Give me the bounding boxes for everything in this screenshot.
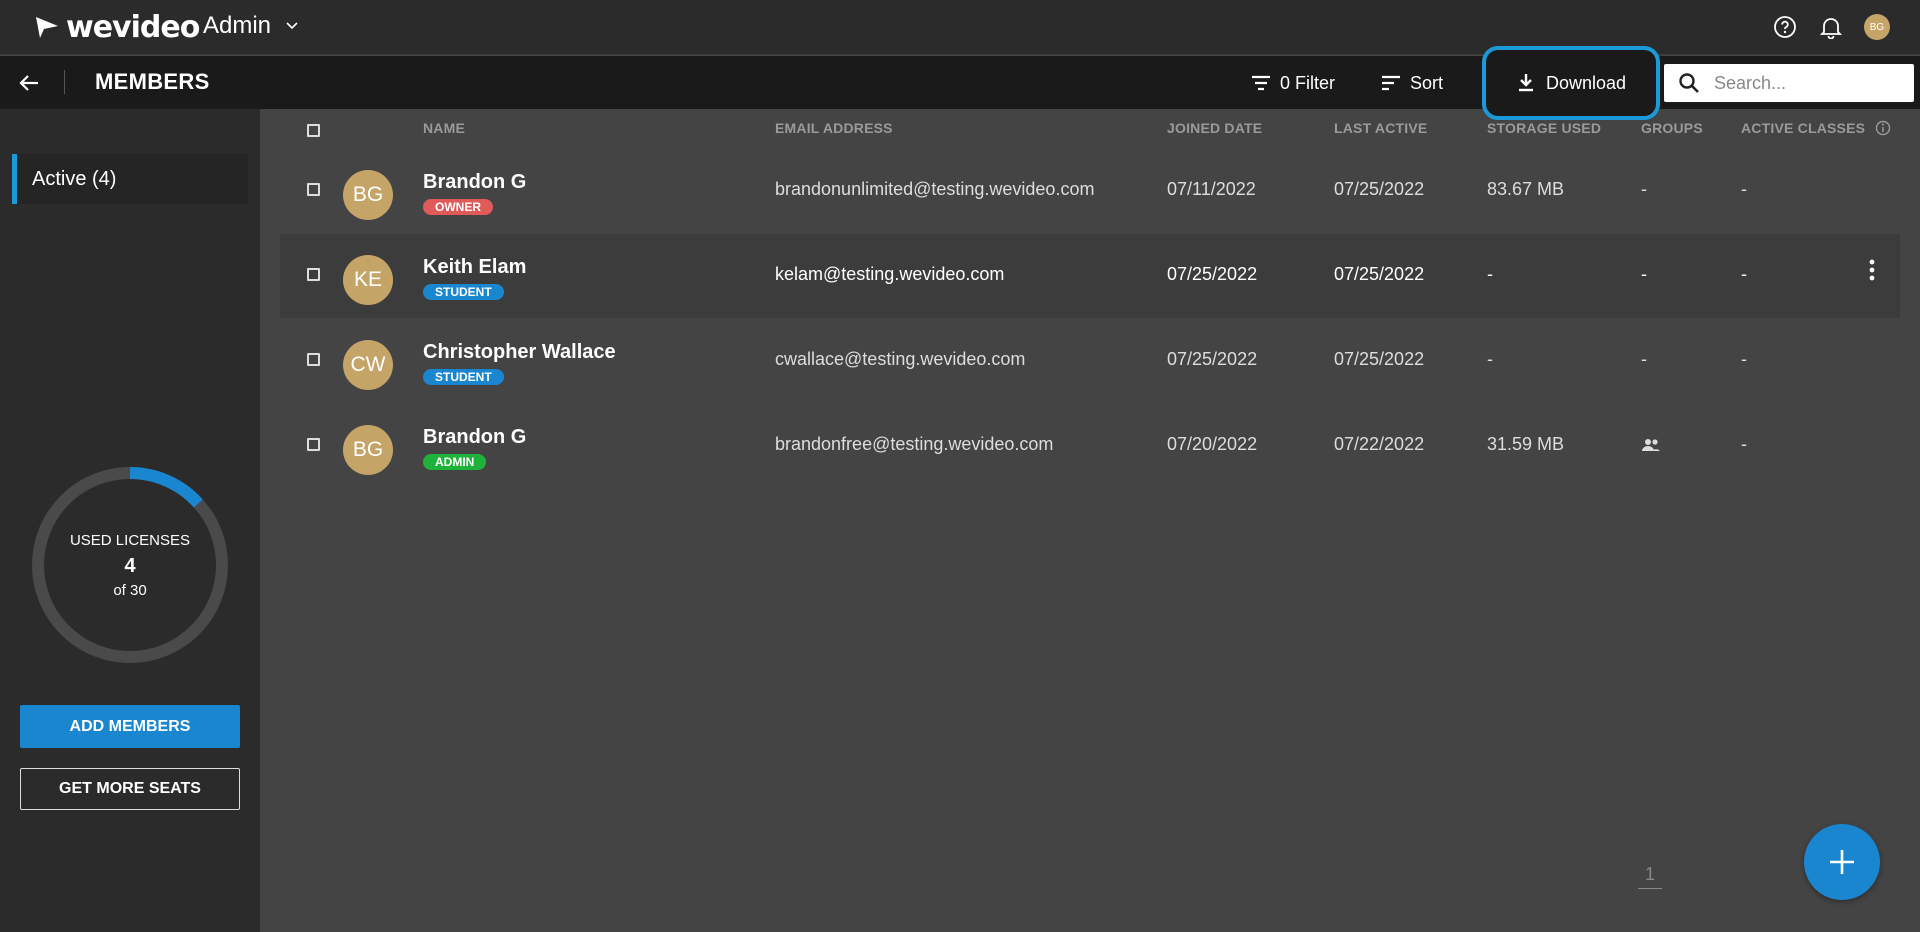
- download-button[interactable]: Download: [1482, 46, 1660, 120]
- filter-icon: [1252, 75, 1270, 91]
- search-icon: [1679, 73, 1699, 93]
- licenses-total: of 30: [113, 581, 147, 599]
- groups-value: -: [1641, 179, 1647, 199]
- column-header-joined-date[interactable]: JOINED DATE: [1167, 120, 1262, 136]
- joined-date: 07/25/2022: [1167, 349, 1258, 369]
- sort-icon: [1382, 75, 1400, 91]
- workspace-selector[interactable]: Admin: [203, 12, 299, 40]
- joined-date: 07/11/2022: [1167, 179, 1256, 199]
- table-row[interactable]: CW Christopher Wallace STUDENT cwallace@…: [280, 319, 1900, 403]
- table-row[interactable]: BG Brandon G ADMIN brandonfree@testing.w…: [280, 404, 1900, 488]
- sort-button[interactable]: Sort: [1380, 69, 1443, 97]
- filter-label: 0 Filter: [1280, 72, 1336, 93]
- member-email: brandonfree@testing.wevideo.com: [775, 434, 1054, 454]
- groups-icon[interactable]: [1641, 438, 1661, 452]
- joined-date: 07/25/2022: [1167, 264, 1258, 284]
- member-email: brandonunlimited@testing.wevideo.com: [775, 179, 1095, 199]
- column-header-storage-used[interactable]: STORAGE USED: [1487, 120, 1601, 136]
- chevron-down-icon: [286, 22, 298, 30]
- groups-value: -: [1641, 264, 1647, 284]
- plus-icon: [1830, 850, 1854, 874]
- joined-date: 07/20/2022: [1167, 434, 1258, 454]
- wevideo-logo[interactable]: wevideo: [34, 9, 200, 45]
- avatar: CW: [343, 340, 393, 390]
- groups-value: -: [1641, 349, 1647, 369]
- last-active-date: 07/25/2022: [1334, 264, 1425, 284]
- member-name[interactable]: Brandon G: [423, 171, 526, 194]
- back-arrow-icon[interactable]: [16, 69, 44, 97]
- sidebar-item-active[interactable]: Active (4): [12, 154, 248, 204]
- licenses-summary: USED LICENSES 4 of 30: [30, 465, 230, 665]
- logo-text: wevideo: [66, 9, 200, 45]
- role-badge: ADMIN: [423, 454, 487, 470]
- active-classes-value: -: [1741, 179, 1747, 199]
- table-row[interactable]: KE Keith Elam STUDENT kelam@testing.wevi…: [280, 234, 1900, 318]
- filter-button[interactable]: 0 Filter: [1250, 69, 1335, 97]
- column-header-groups[interactable]: GROUPS: [1641, 120, 1703, 136]
- more-options-icon[interactable]: [1868, 258, 1876, 282]
- storage-used: 83.67 MB: [1487, 179, 1565, 199]
- member-email: cwallace@testing.wevideo.com: [775, 349, 1026, 369]
- search-input[interactable]: [1714, 72, 1894, 94]
- add-members-button[interactable]: ADD MEMBERS: [20, 705, 240, 748]
- role-badge: OWNER: [423, 199, 493, 215]
- download-label: Download: [1545, 72, 1627, 93]
- licenses-label: USED LICENSES: [69, 531, 191, 549]
- notifications-bell-icon[interactable]: [1818, 14, 1844, 40]
- last-active-date: 07/25/2022: [1334, 349, 1425, 369]
- info-icon[interactable]: [1875, 120, 1891, 136]
- get-more-seats-button[interactable]: GET MORE SEATS: [20, 768, 240, 810]
- member-name[interactable]: Brandon G: [423, 426, 526, 449]
- add-fab-button[interactable]: [1804, 824, 1880, 900]
- user-avatar[interactable]: BG: [1864, 14, 1890, 40]
- role-badge: STUDENT: [423, 369, 504, 385]
- storage-used: -: [1487, 349, 1493, 369]
- storage-used: 31.59 MB: [1487, 434, 1565, 454]
- avatar: BG: [343, 425, 393, 475]
- column-header-active-classes[interactable]: ACTIVE CLASSES: [1741, 120, 1891, 136]
- member-email: kelam@testing.wevideo.com: [775, 264, 1005, 284]
- member-name[interactable]: Keith Elam: [423, 256, 526, 279]
- row-checkbox[interactable]: [307, 183, 320, 196]
- column-header-email[interactable]: EMAIL ADDRESS: [775, 120, 893, 136]
- workspace-label: Admin: [203, 12, 272, 39]
- column-header-last-active[interactable]: LAST ACTIVE: [1334, 120, 1427, 136]
- last-active-date: 07/22/2022: [1334, 434, 1425, 454]
- member-name[interactable]: Christopher Wallace: [423, 341, 616, 364]
- pagination-page[interactable]: 1: [1638, 864, 1662, 889]
- active-classes-value: -: [1741, 349, 1747, 369]
- role-badge: STUDENT: [423, 284, 504, 300]
- avatar: BG: [343, 170, 393, 220]
- sort-label: Sort: [1410, 72, 1444, 93]
- active-classes-value: -: [1741, 434, 1747, 454]
- toolbar-divider: [64, 70, 65, 94]
- search-box[interactable]: [1664, 64, 1914, 102]
- help-icon[interactable]: [1772, 14, 1798, 40]
- page-title: MEMBERS: [95, 69, 210, 94]
- active-classes-label: ACTIVE CLASSES: [1741, 120, 1866, 136]
- last-active-date: 07/25/2022: [1334, 179, 1425, 199]
- download-icon: [1518, 74, 1533, 92]
- licenses-used-value: 4: [124, 554, 136, 577]
- avatar: KE: [343, 255, 393, 305]
- active-classes-value: -: [1741, 264, 1747, 284]
- row-checkbox[interactable]: [307, 353, 320, 366]
- logo-mark-icon: [36, 17, 58, 38]
- select-all-checkbox[interactable]: [307, 124, 320, 137]
- row-checkbox[interactable]: [307, 268, 320, 281]
- table-row[interactable]: BG Brandon G OWNER brandonunlimited@test…: [280, 149, 1900, 233]
- column-header-name[interactable]: NAME: [423, 120, 465, 136]
- row-checkbox[interactable]: [307, 438, 320, 451]
- storage-used: -: [1487, 264, 1493, 284]
